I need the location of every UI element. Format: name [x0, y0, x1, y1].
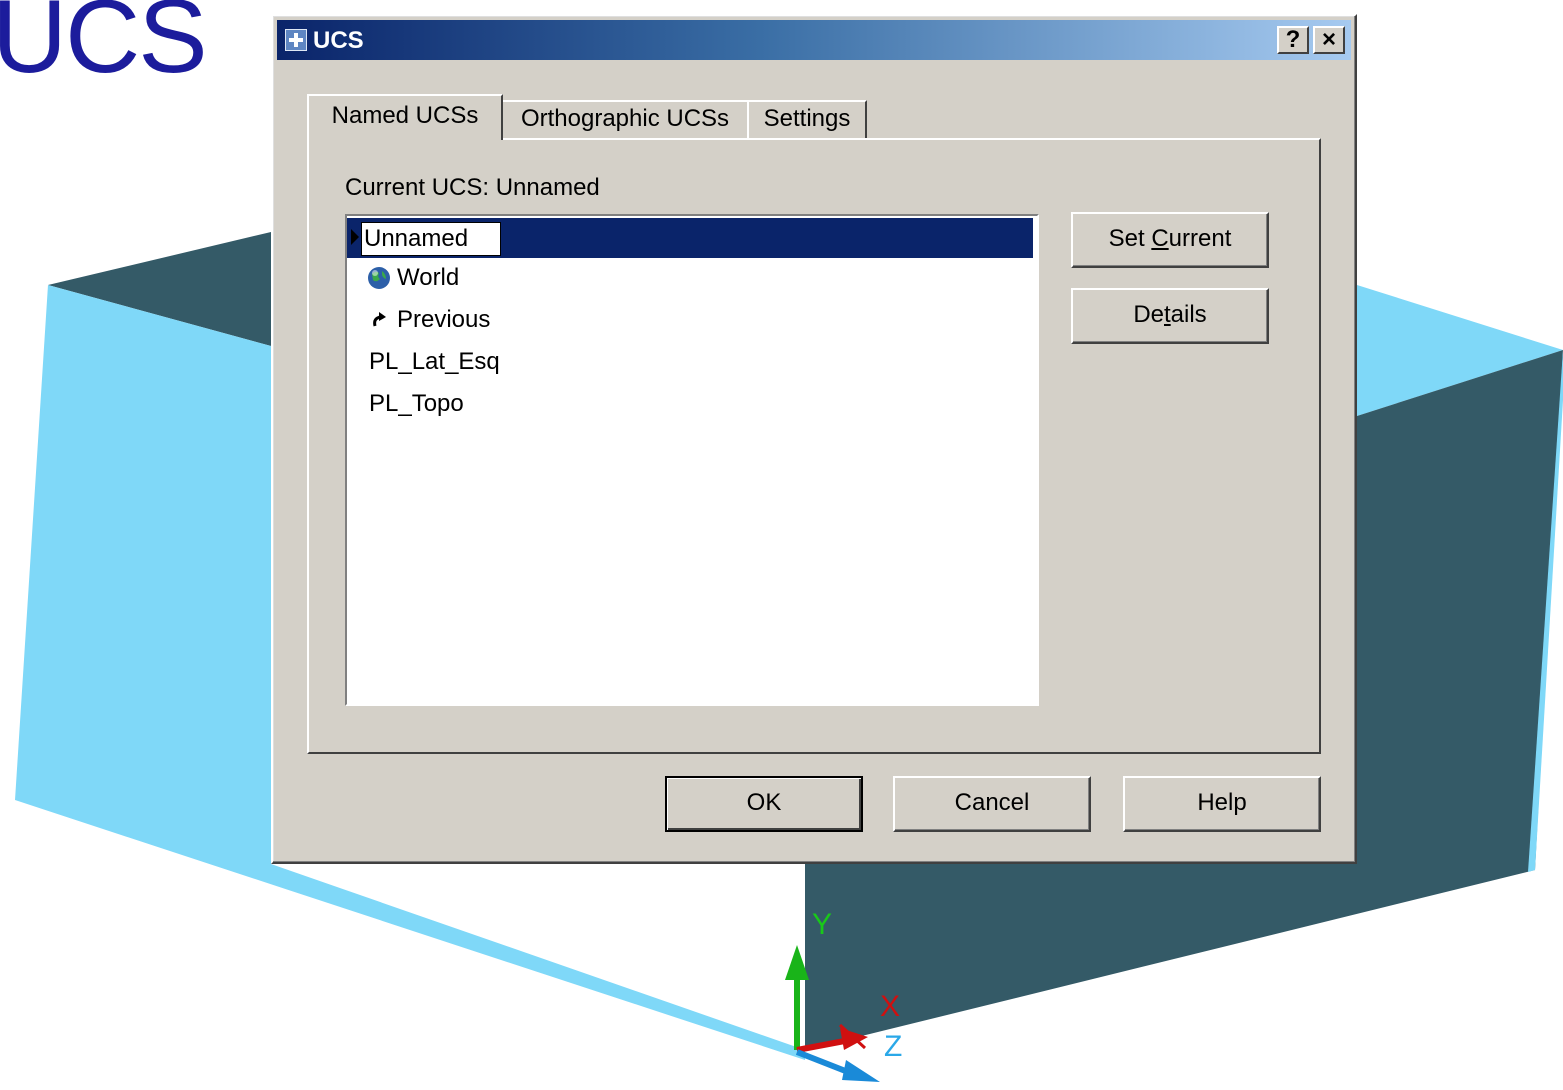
details-button[interactable]: Details — [1071, 288, 1269, 344]
button-label: urrent — [1168, 225, 1232, 252]
undo-arrow-icon — [373, 312, 386, 327]
cancel-button[interactable]: Cancel — [893, 776, 1091, 832]
ucs-list[interactable]: Unnamed World Previous PL_Lat_Esq PL_Top… — [345, 214, 1039, 706]
slide-title: UCS — [0, 0, 208, 95]
y-axis-label: Y — [812, 908, 833, 941]
list-item-label: PL_Lat_Esq — [369, 348, 500, 375]
dialog-titlebar[interactable]: UCS ? × — [277, 20, 1351, 60]
list-item-unnamed[interactable]: Unnamed — [347, 218, 1033, 258]
ucs-app-icon — [285, 29, 307, 51]
tab-orthographic-ucss[interactable]: Orthographic UCSs — [501, 100, 749, 138]
current-ucs-label: Current UCS: Unnamed — [345, 174, 600, 201]
list-item-pl-topo[interactable]: PL_Topo — [347, 384, 1033, 424]
ok-button[interactable]: OK — [665, 776, 863, 832]
ucs-dialog: UCS ? × Current UCS: Unnamed Unnamed Wor… — [271, 14, 1357, 864]
button-accelerator: t — [1164, 301, 1171, 328]
tab-settings[interactable]: Settings — [747, 100, 867, 138]
list-item-label: Previous — [397, 306, 491, 333]
tab-panel-named-ucss: Current UCS: Unnamed Unnamed World Previ… — [307, 138, 1321, 754]
rename-edit-box[interactable]: Unnamed — [361, 222, 501, 256]
list-item-previous[interactable]: Previous — [347, 300, 1033, 340]
set-current-button[interactable]: Set Current — [1071, 212, 1269, 268]
list-item-label: PL_Topo — [369, 390, 464, 417]
button-label: ails — [1170, 301, 1207, 328]
list-item-world[interactable]: World — [347, 258, 1033, 298]
close-button[interactable]: × — [1313, 26, 1345, 54]
list-item-pl-lat-esq[interactable]: PL_Lat_Esq — [347, 342, 1033, 382]
x-axis-label: X — [880, 990, 901, 1023]
tab-named-ucss[interactable]: Named UCSs — [307, 94, 503, 140]
current-marker-icon — [351, 229, 359, 245]
dialog-title: UCS — [313, 27, 364, 54]
globe-icon — [368, 267, 390, 289]
button-label: De — [1133, 301, 1164, 328]
list-item-label: World — [397, 264, 460, 291]
button-label: Set — [1108, 225, 1152, 252]
help-button[interactable]: Help — [1123, 776, 1321, 832]
z-axis-label: Z — [884, 1030, 903, 1063]
button-accelerator: C — [1151, 225, 1169, 252]
help-question-button[interactable]: ? — [1277, 26, 1309, 54]
